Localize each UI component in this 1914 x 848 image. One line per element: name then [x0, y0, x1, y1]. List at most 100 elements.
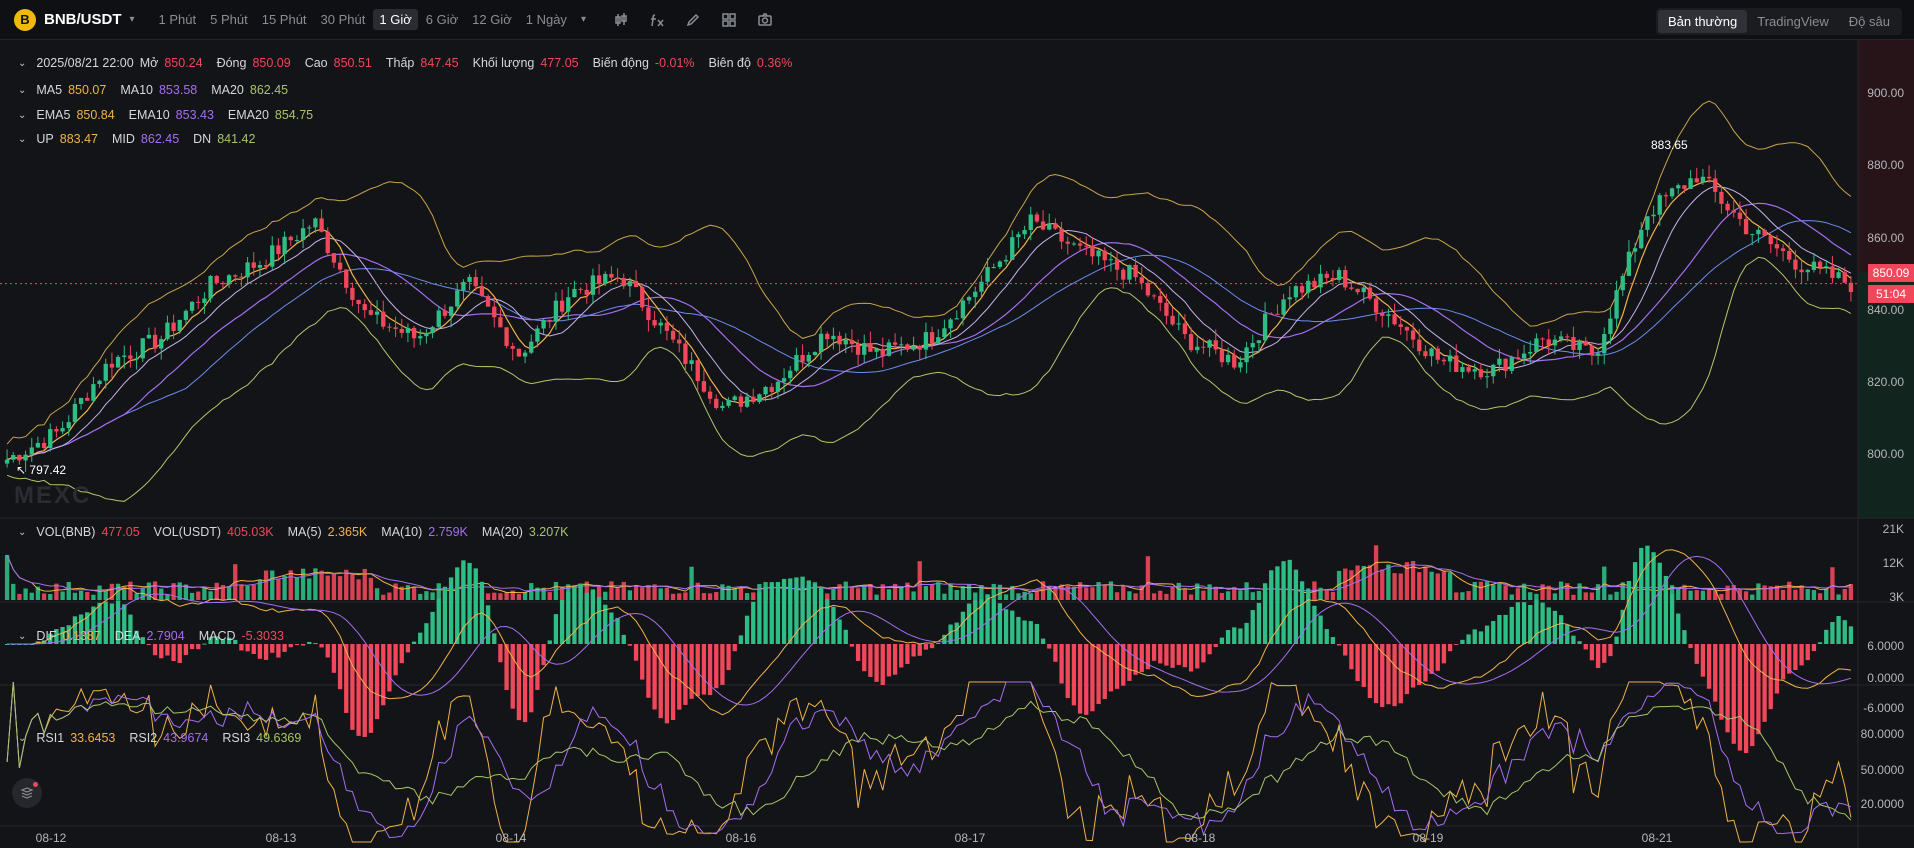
volume-bar: [1848, 584, 1854, 600]
draw-pencil-icon[interactable]: [684, 11, 702, 29]
macd-histogram-bar: [485, 605, 491, 644]
macd-value: -5.3033: [241, 629, 284, 643]
interval-tab[interactable]: 6 Giờ: [420, 9, 464, 30]
macd-histogram-bar: [738, 635, 744, 644]
candle-body: [1343, 270, 1348, 288]
indicator-fx-icon[interactable]: [648, 11, 666, 29]
macd-histogram-bar: [418, 632, 423, 644]
view-tab[interactable]: Độ sâu: [1839, 10, 1900, 33]
chevron-down-icon[interactable]: ⌄: [18, 58, 26, 69]
candle-body: [1780, 248, 1786, 251]
candle-body: [1306, 280, 1311, 293]
chevron-down-icon[interactable]: ⌄: [18, 527, 26, 538]
macd-histogram-bar: [1373, 644, 1379, 704]
volume-bar: [85, 592, 90, 600]
volume-bar: [1509, 594, 1514, 600]
volume-bar: [1441, 571, 1447, 600]
volume-bar: [1743, 591, 1749, 600]
macd-histogram-bar: [1848, 626, 1854, 644]
macd-histogram-bar: [1589, 644, 1595, 661]
interval-tab[interactable]: 1 Ngày: [520, 9, 573, 30]
candle-body: [257, 265, 263, 268]
volume-bar: [270, 570, 275, 600]
chevron-down-icon[interactable]: ⌄: [18, 733, 26, 744]
macd-histogram-bar: [1139, 644, 1144, 673]
candle-body: [652, 320, 657, 326]
candle-body: [1040, 221, 1046, 230]
candle-body: [917, 346, 922, 350]
volume-bar: [862, 585, 867, 600]
volume-bar: [1466, 591, 1471, 600]
macd-histogram-bar: [960, 611, 966, 644]
volume-bar: [664, 587, 670, 600]
chevron-down-icon[interactable]: ⌄: [18, 631, 26, 642]
macd-histogram-bar: [1608, 644, 1613, 657]
volume-bar: [603, 591, 608, 600]
macd-histogram-bar: [1731, 644, 1736, 744]
interval-tab[interactable]: 15 Phút: [256, 9, 313, 30]
view-tab[interactable]: TradingView: [1747, 10, 1839, 33]
symbol-selector[interactable]: B BNB/USDT ▾: [0, 0, 153, 40]
candle-body: [1583, 340, 1588, 346]
volume-bar: [1750, 594, 1755, 600]
volume-bar: [23, 588, 28, 600]
volume-label: Khối lượng: [472, 56, 535, 70]
interval-tab[interactable]: 12 Giờ: [466, 9, 518, 30]
volume-bar: [350, 574, 355, 600]
volume-bar: [701, 593, 707, 600]
volume-bar: [1102, 584, 1107, 600]
floating-menu-button[interactable]: [12, 778, 42, 808]
volume-bar: [196, 591, 201, 600]
candle-body: [806, 354, 811, 362]
candle-body: [128, 355, 133, 359]
candle-body: [1589, 345, 1595, 356]
volume-bar: [886, 589, 892, 600]
candle-body: [1836, 272, 1841, 278]
macd-histogram-bar: [1676, 613, 1681, 644]
vol-ma20-value: 3.207K: [528, 525, 569, 539]
macd-histogram-bar: [658, 644, 663, 719]
macd-histogram-bar: [966, 603, 972, 644]
chevron-down-icon[interactable]: ▾: [581, 14, 586, 25]
candle-body: [492, 306, 497, 318]
chevron-down-icon[interactable]: ⌄: [18, 85, 26, 96]
candle-body: [1454, 355, 1459, 373]
candle-type-icon[interactable]: [612, 11, 630, 29]
volume-bar: [1380, 569, 1385, 600]
kline-chart[interactable]: [0, 40, 1914, 848]
candle-body: [1324, 273, 1329, 278]
candle-body: [189, 301, 195, 311]
volume-bar: [1225, 591, 1231, 600]
candle-body: [929, 332, 935, 344]
volume-bar: [72, 592, 78, 600]
candle-body: [1491, 364, 1496, 377]
interval-tab[interactable]: 1 Phút: [153, 9, 203, 30]
candle-body: [325, 231, 330, 254]
low-marker-label: ↖ 797.42: [16, 463, 67, 477]
macd-histogram-bar: [430, 611, 435, 644]
volume-bar: [1534, 593, 1539, 600]
layout-grid-icon[interactable]: [720, 11, 738, 29]
macd-histogram-bar: [991, 599, 996, 644]
candle-body: [905, 344, 910, 350]
candle-body: [1084, 245, 1089, 247]
chevron-down-icon[interactable]: ⌄: [18, 110, 26, 121]
candle-body: [516, 348, 522, 357]
camera-icon[interactable]: [756, 11, 774, 29]
ema20-value: 854.75: [274, 108, 314, 122]
interval-tab[interactable]: 30 Phút: [315, 9, 372, 30]
volume-bar: [1398, 573, 1403, 600]
macd-histogram-bar: [1614, 636, 1619, 644]
volume-bar: [251, 584, 256, 600]
interval-tab[interactable]: 5 Phút: [204, 9, 254, 30]
candle-body: [288, 236, 293, 241]
macd-histogram-bar: [1318, 615, 1323, 644]
view-tab[interactable]: Bản thường: [1657, 10, 1748, 33]
candle-body: [1423, 351, 1428, 357]
candle-body: [1663, 195, 1669, 197]
candle-body: [1811, 261, 1817, 270]
chevron-down-icon[interactable]: ⌄: [18, 134, 26, 145]
interval-tab[interactable]: 1 Giờ: [373, 9, 418, 30]
candle-body: [1398, 324, 1403, 327]
candle-body: [196, 301, 201, 303]
